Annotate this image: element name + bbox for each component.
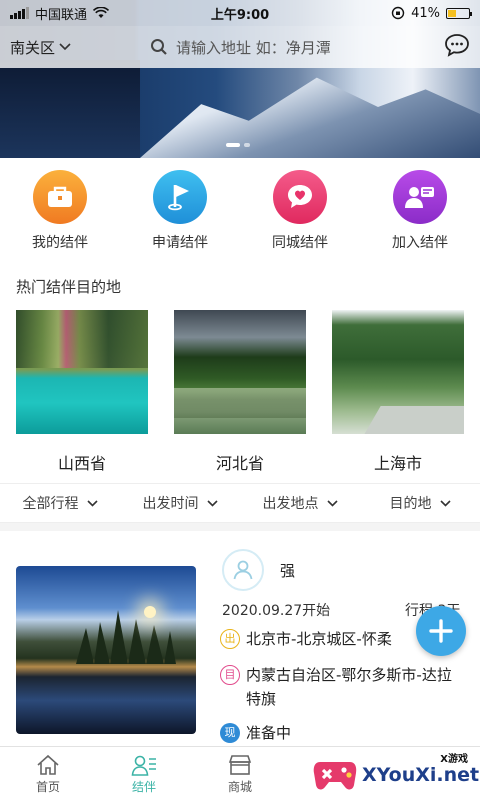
watermark: XYouXi.net X游戏 [306,750,480,800]
menu-my-companion[interactable]: 我的结伴 [0,158,120,258]
city-name: 南关区 [10,38,56,57]
carrier-group: 中国联通 [10,4,110,23]
carrier-name: 中国联通 [35,7,88,23]
tab-companion[interactable]: 结伴 [96,747,192,800]
tab-label: 结伴 [131,780,156,794]
banner-dot [244,143,250,147]
user-name: 强 [280,562,296,580]
status-badge: 现 [220,723,240,743]
chevron-down-icon [439,499,451,507]
status-text: 准备中 [246,724,292,742]
message-button[interactable] [444,33,470,61]
wifi-icon [93,7,110,18]
tab-label: 商城 [227,780,252,794]
tab-store[interactable]: 商城 [192,747,288,800]
hot-destinations: 热门结伴目的地 山西省 河北省 上海市 [0,258,480,483]
banner-lake [0,60,140,158]
quick-menu: 我的结伴 申请结伴 同城结伴 加入结伴 [0,158,480,258]
menu-apply-companion[interactable]: 申请结伴 [120,158,240,258]
rotation-lock-icon [391,6,405,20]
filter-label: 全部行程 [22,496,79,512]
search-header: 南关区 请输入地址 如：净月潭 [0,26,480,68]
plus-icon [429,619,453,643]
destination-card[interactable]: 河北省 [174,310,306,474]
menu-label: 加入结伴 [392,235,448,251]
menu-label: 申请结伴 [152,235,208,251]
filter-departure-place[interactable]: 出发地点 [240,493,360,513]
section-title: 热门结伴目的地 [16,278,122,296]
flag-icon [153,170,207,224]
menu-label: 我的结伴 [32,235,88,251]
search-placeholder: 请输入地址 如：净月潭 [176,38,331,57]
watermark-tag: X游戏 [440,754,468,765]
search-icon [151,39,167,55]
gamepad-logo-icon [313,762,357,790]
battery-icon [446,7,472,19]
filter-bar: 全部行程 出发时间 出发地点 目的地 [0,483,480,523]
battery-fill [448,9,457,17]
add-button[interactable] [416,606,466,656]
store-icon [228,755,252,775]
banner-dots [226,143,250,147]
search-input[interactable]: 请输入地址 如：净月潭 [150,37,331,58]
trip-photo [16,566,196,734]
user-icon [233,560,253,580]
user-card-icon [393,170,447,224]
signal-icon [10,7,29,19]
status-right: 41% [391,5,472,21]
avatar[interactable] [222,549,264,591]
filter-destination[interactable]: 目的地 [360,493,480,513]
filter-departure-time[interactable]: 出发时间 [120,493,240,513]
status-bar: 中国联通 上午9:00 41% [0,0,480,26]
message-icon [445,34,469,57]
tab-home[interactable]: 首页 [0,747,96,800]
destination-card[interactable]: 山西省 [16,310,148,474]
origin-text: 北京市-北京城区-怀柔 [246,630,392,648]
filter-all-trips[interactable]: 全部行程 [0,493,120,513]
city-selector[interactable]: 南关区 [10,37,150,58]
trip-start-date: 2020.09.27开始 [222,603,331,619]
home-icon [37,754,59,775]
destination-card[interactable]: 上海市 [332,310,464,474]
origin-badge: 出 [220,629,240,649]
battery-percent: 41% [411,5,440,21]
chat-heart-icon [273,170,327,224]
banner-dot-active [226,143,240,147]
destination-name: 河北省 [215,454,264,473]
bag-icon [33,170,87,224]
destination-image [16,310,148,434]
trip-status: 现 准备中 [220,721,470,745]
trip-card[interactable]: 强 2020.09.27开始 行程 3天 出 北京市-北京城区-怀柔 目 内蒙古… [0,531,480,746]
companion-icon [131,755,156,776]
menu-join-companion[interactable]: 加入结伴 [360,158,480,258]
filter-label: 目的地 [389,496,432,512]
tab-label: 首页 [35,780,60,794]
trip-destination: 目 内蒙古自治区-鄂尔多斯市-达拉特旗 [220,663,470,711]
watermark-text: XYouXi.net [362,764,480,786]
chevron-down-icon [59,43,71,51]
destination-text: 内蒙古自治区-鄂尔多斯市-达拉特旗 [246,666,452,708]
filter-label: 出发地点 [262,496,319,512]
destination-name: 上海市 [373,454,422,473]
chevron-down-icon [206,499,218,507]
banner-mountain [140,77,480,158]
chevron-down-icon [326,499,338,507]
destination-badge: 目 [220,665,240,685]
destination-image [332,310,464,434]
filter-label: 出发时间 [142,496,199,512]
destination-image [174,310,306,434]
destination-name: 山西省 [57,454,106,473]
menu-local-companion[interactable]: 同城结伴 [240,158,360,258]
menu-label: 同城结伴 [272,235,328,251]
chevron-down-icon [86,499,98,507]
